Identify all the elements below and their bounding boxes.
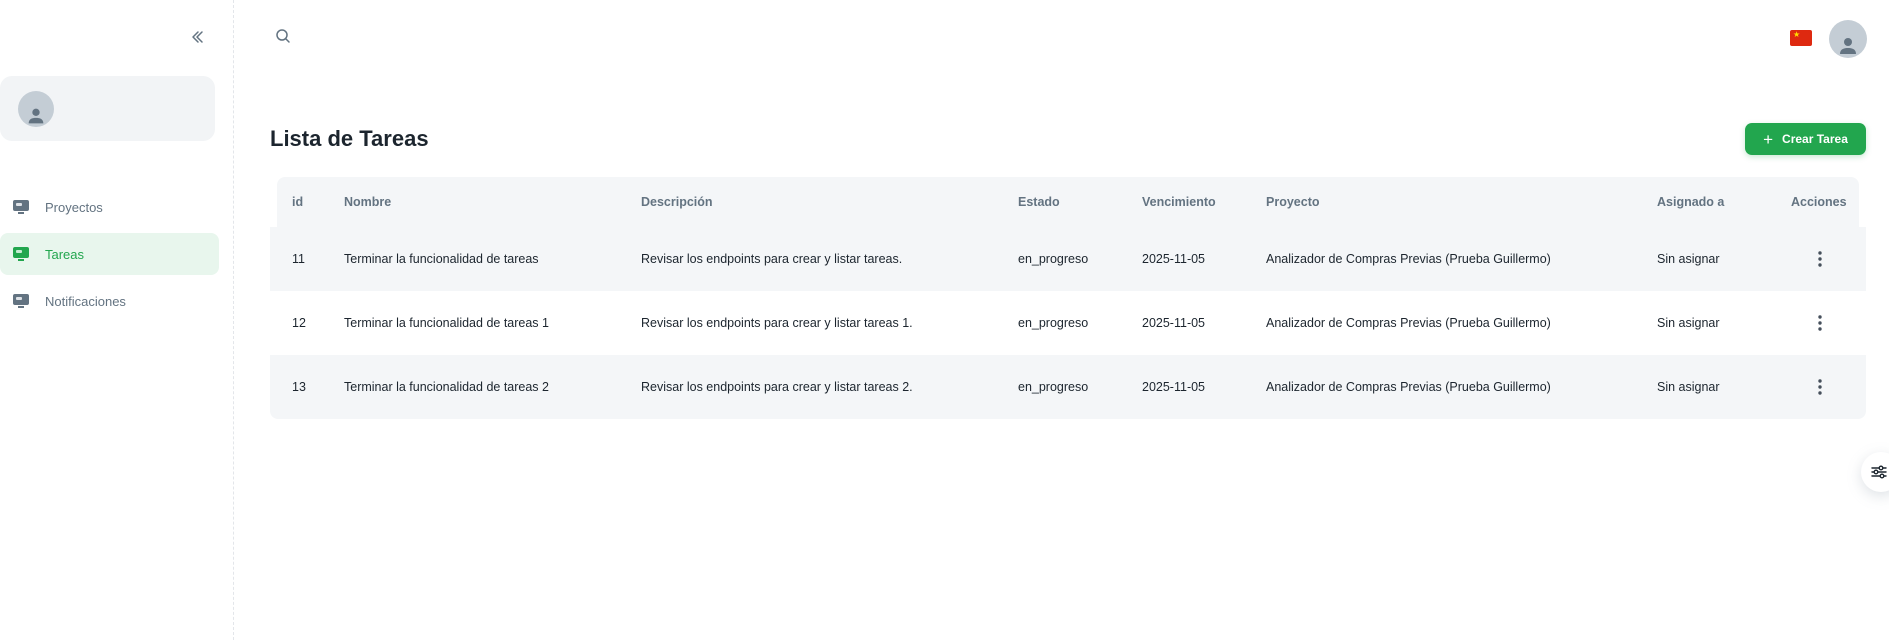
account-card[interactable] (0, 76, 215, 141)
cell-nombre: Terminar la funcionalidad de tareas 2 (344, 380, 549, 394)
sliders-icon (1871, 465, 1887, 479)
sidebar-item-tareas[interactable]: Tareas (0, 233, 219, 275)
double-chevron-left-icon (192, 31, 203, 43)
cell-asignado: Sin asignar (1657, 380, 1720, 394)
cell-vencimiento: 2025-11-05 (1142, 316, 1206, 330)
cell-vencimiento: 2025-11-05 (1142, 380, 1206, 394)
cell-proyecto: Analizador de Compras Previas (Prueba Gu… (1266, 252, 1551, 266)
table-row[interactable]: 13 Terminar la funcionalidad de tareas 2… (270, 355, 1866, 419)
search-button[interactable] (275, 28, 295, 48)
sidebar-item-label: Proyectos (45, 199, 103, 215)
row-actions-button[interactable] (1807, 246, 1833, 272)
more-vertical-icon (1818, 379, 1822, 395)
cell-id: 13 (292, 380, 306, 394)
table-row[interactable]: 12 Terminar la funcionalidad de tareas 1… (270, 291, 1866, 355)
column-header-proyecto[interactable]: Proyecto (1266, 177, 1320, 227)
cell-proyecto: Analizador de Compras Previas (Prueba Gu… (1266, 380, 1551, 394)
table-row[interactable]: 11 Terminar la funcionalidad de tareas R… (270, 227, 1866, 291)
more-vertical-icon (1818, 251, 1822, 267)
column-header-nombre[interactable]: Nombre (344, 177, 391, 227)
create-task-label: Crear Tarea (1782, 132, 1848, 146)
china-flag-icon[interactable]: ★ (1790, 30, 1812, 46)
cell-asignado: Sin asignar (1657, 252, 1720, 266)
cell-estado: en_progreso (1018, 316, 1089, 330)
monitor-icon (12, 292, 30, 310)
cell-asignado: Sin asignar (1657, 316, 1720, 330)
column-header-id[interactable]: id (292, 177, 303, 227)
cell-descripcion: Revisar los endpoints para crear y lista… (641, 316, 913, 330)
monitor-icon (12, 245, 30, 263)
sidebar-item-label: Tareas (45, 246, 85, 262)
cell-acciones (1791, 291, 1833, 355)
user-menu-button[interactable] (1829, 20, 1867, 58)
cell-estado: en_progreso (1018, 252, 1089, 266)
column-header-vencimiento[interactable]: Vencimiento (1142, 177, 1216, 227)
cell-descripcion: Revisar los endpoints para crear y lista… (641, 252, 903, 266)
column-header-estado[interactable]: Estado (1018, 177, 1060, 227)
cell-nombre: Terminar la funcionalidad de tareas (344, 252, 539, 266)
cell-acciones (1791, 355, 1833, 419)
avatar (18, 91, 54, 127)
page-title: Lista de Tareas (270, 126, 429, 151)
tasks-table: id Nombre Descripción Estado Vencimiento… (270, 177, 1866, 419)
cell-descripcion: Revisar los endpoints para crear y lista… (641, 380, 913, 394)
monitor-icon (12, 198, 30, 216)
sidebar-item-proyectos[interactable]: Proyectos (0, 186, 219, 228)
topbar: ★ (235, 0, 1889, 76)
more-vertical-icon (1818, 315, 1822, 331)
column-header-acciones: Acciones (1791, 195, 1847, 209)
row-actions-button[interactable] (1807, 374, 1833, 400)
cell-vencimiento: 2025-11-05 (1142, 252, 1206, 266)
sidebar: Proyectos Tareas Notificaciones (0, 0, 234, 640)
sidebar-nav: Proyectos Tareas Notificaciones (0, 186, 219, 327)
cell-proyecto: Analizador de Compras Previas (Prueba Gu… (1266, 316, 1551, 330)
cell-nombre: Terminar la funcionalidad de tareas 1 (344, 316, 549, 330)
cell-id: 12 (292, 316, 306, 330)
sidebar-item-notificaciones[interactable]: Notificaciones (0, 280, 219, 322)
create-task-button[interactable]: + Crear Tarea (1745, 123, 1866, 155)
plus-icon: + (1763, 129, 1774, 149)
sidebar-item-label: Notificaciones (45, 293, 126, 309)
user-icon (1840, 38, 1856, 54)
row-actions-button[interactable] (1807, 310, 1833, 336)
settings-button[interactable] (1861, 452, 1889, 492)
column-header-descripcion[interactable]: Descripción (641, 177, 713, 227)
cell-estado: en_progreso (1018, 380, 1089, 394)
collapse-sidebar-button[interactable] (184, 24, 210, 50)
cell-id: 11 (292, 252, 305, 266)
user-icon (28, 108, 44, 124)
column-header-asignado[interactable]: Asignado a (1657, 177, 1724, 227)
cell-acciones (1791, 227, 1833, 291)
avatar (1829, 20, 1867, 58)
table-header: id Nombre Descripción Estado Vencimiento… (277, 177, 1859, 227)
search-icon (276, 29, 290, 43)
